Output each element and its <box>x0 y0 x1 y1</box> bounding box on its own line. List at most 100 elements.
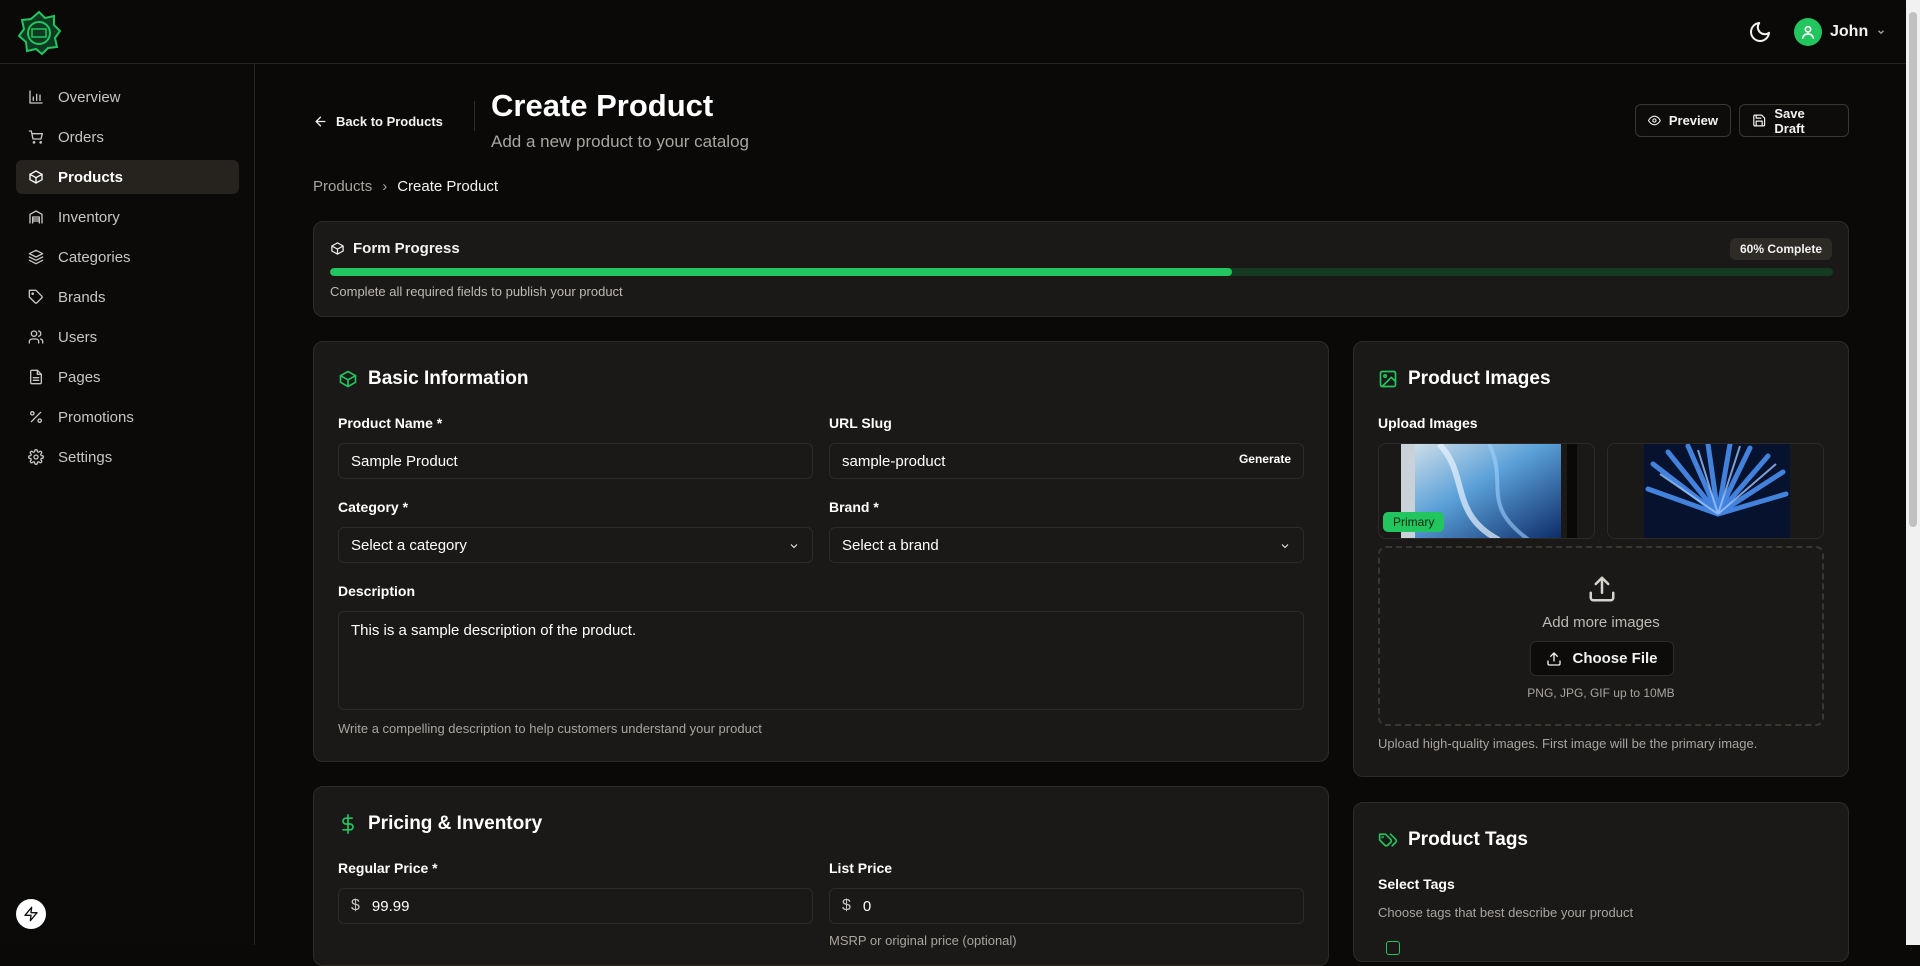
layers-icon <box>28 249 44 265</box>
description-textarea[interactable]: This is a sample description of the prod… <box>338 611 1304 710</box>
choose-file-button[interactable]: Choose File <box>1530 641 1674 676</box>
upload-icon <box>1589 576 1615 602</box>
card-title-text: Basic Information <box>368 368 529 389</box>
currency-prefix: $ <box>842 897 851 914</box>
category-value: Select a category <box>351 536 467 554</box>
tag-checkbox[interactable] <box>1386 941 1400 955</box>
preview-button[interactable]: Preview <box>1635 104 1731 137</box>
tags-icon <box>1378 833 1398 847</box>
generate-slug-button[interactable]: Generate <box>1239 452 1291 466</box>
image-icon <box>1379 370 1397 388</box>
chevron-down-icon <box>1281 544 1289 549</box>
user-menu[interactable]: John <box>1794 17 1886 47</box>
chevron-down-icon <box>1878 30 1885 35</box>
save-draft-label: Save Draft <box>1774 105 1805 136</box>
brand-select[interactable]: Select a brand <box>829 527 1304 563</box>
sidebar-item-users[interactable]: Users <box>16 320 239 354</box>
user-name: John <box>1830 23 1869 40</box>
card-title-text: Product Images <box>1408 368 1551 389</box>
progress-title: Form Progress <box>330 240 460 257</box>
form-progress-card: Form Progress 60% Complete Complete all … <box>313 221 1849 317</box>
divider <box>474 101 475 131</box>
dollar-icon <box>342 814 354 834</box>
url-slug-label: URL Slug <box>829 415 892 431</box>
back-to-products-button[interactable]: Back to Products <box>313 106 443 136</box>
file-formats-text: PNG, JPG, GIF up to 10MB <box>1527 686 1675 700</box>
basic-information-title: Basic Information <box>338 368 528 390</box>
product-images-card: Product Images Upload Images Primary Add… <box>1353 341 1849 777</box>
breadcrumb: Products › Create Product <box>313 178 498 195</box>
card-title-text: Pricing & Inventory <box>368 813 543 834</box>
currency-prefix: $ <box>351 897 360 914</box>
progress-track <box>330 268 1833 276</box>
preview-label: Preview <box>1668 113 1718 128</box>
list-price-input[interactable]: $ 0 <box>829 888 1304 924</box>
basic-information-card: Basic Information Product Name * Sample … <box>313 341 1329 762</box>
description-hint: Write a compelling description to help c… <box>338 721 762 736</box>
sidebar-item-pages[interactable]: Pages <box>16 360 239 394</box>
category-label: Category * <box>338 499 409 515</box>
sidebar-item-label: Products <box>58 168 124 186</box>
quick-action-button[interactable] <box>16 899 46 929</box>
list-price-hint: MSRP or original price (optional) <box>829 933 1017 948</box>
category-select[interactable]: Select a category <box>338 527 813 563</box>
sidebar-item-label: Brands <box>58 288 106 306</box>
description-label: Description <box>338 583 416 599</box>
page-subtitle: Add a new product to your catalog <box>491 132 749 151</box>
sidebar-item-promotions[interactable]: Promotions <box>16 400 239 434</box>
chevron-down-icon <box>790 544 798 549</box>
sidebar-item-categories[interactable]: Categories <box>16 240 239 274</box>
card-title-text: Product Tags <box>1408 829 1528 850</box>
product-images-title: Product Images <box>1378 368 1551 390</box>
gear-icon <box>28 449 44 465</box>
product-name-input[interactable]: Sample Product <box>338 443 813 479</box>
package-icon <box>339 370 357 388</box>
progress-title-text: Form Progress <box>353 240 460 257</box>
pricing-title: Pricing & Inventory <box>338 813 542 835</box>
package-icon <box>29 170 43 184</box>
description-value: This is a sample description of the prod… <box>351 622 637 639</box>
breadcrumb-parent[interactable]: Products <box>313 178 372 195</box>
sidebar-item-label: Pages <box>58 368 101 386</box>
images-hint: Upload high-quality images. First image … <box>1378 736 1758 751</box>
sidebar-item-settings[interactable]: Settings <box>16 440 239 474</box>
sidebar-item-label: Overview <box>58 88 121 106</box>
save-draft-button[interactable]: Save Draft <box>1739 104 1849 137</box>
select-tags-label: Select Tags <box>1378 876 1455 892</box>
sidebar-item-orders[interactable]: Orders <box>16 120 239 154</box>
bolt-icon <box>24 906 38 922</box>
bar-chart-icon <box>29 90 43 104</box>
sidebar-item-label: Settings <box>58 448 113 466</box>
page-title: Create Product <box>491 88 714 123</box>
percent-icon <box>30 411 42 423</box>
sidebar-item-products[interactable]: Products <box>16 160 239 194</box>
sidebar-item-overview[interactable]: Overview <box>16 80 239 114</box>
url-slug-input[interactable]: sample-product Generate <box>829 443 1304 479</box>
list-price-label: List Price <box>829 860 893 876</box>
image-thumbnail-2[interactable] <box>1607 443 1824 539</box>
upload-icon <box>1547 651 1562 666</box>
primary-badge: Primary <box>1383 512 1445 532</box>
product-tags-card: Product Tags Select Tags Choose tags tha… <box>1353 802 1849 962</box>
breadcrumb-current: Create Product <box>397 178 499 195</box>
regular-price-input[interactable]: $ 99.99 <box>338 888 813 924</box>
file-icon <box>30 369 42 385</box>
scrollbar-thumb[interactable] <box>1909 12 1917 527</box>
list-price-value: 0 <box>862 897 872 915</box>
image-thumbnail-primary[interactable]: Primary <box>1378 443 1595 539</box>
image-dropzone[interactable]: Add more images Choose File PNG, JPG, GI… <box>1378 546 1824 726</box>
avatar <box>1794 18 1822 46</box>
regular-price-label: Regular Price * <box>338 860 438 876</box>
cart-icon <box>28 130 43 144</box>
arrow-left-icon <box>315 116 326 126</box>
package-icon <box>331 242 344 255</box>
sidebar-item-label: Promotions <box>58 408 134 426</box>
breadcrumb-separator: › <box>382 178 388 195</box>
product-tags-title: Product Tags <box>1378 829 1528 851</box>
sidebar-item-inventory[interactable]: Inventory <box>16 200 239 234</box>
logo-icon[interactable] <box>16 10 62 56</box>
moon-icon[interactable] <box>1748 20 1772 44</box>
sidebar-item-brands[interactable]: Brands <box>16 280 239 314</box>
url-slug-value: sample-product <box>842 452 946 470</box>
sidebar-item-label: Orders <box>58 128 104 146</box>
